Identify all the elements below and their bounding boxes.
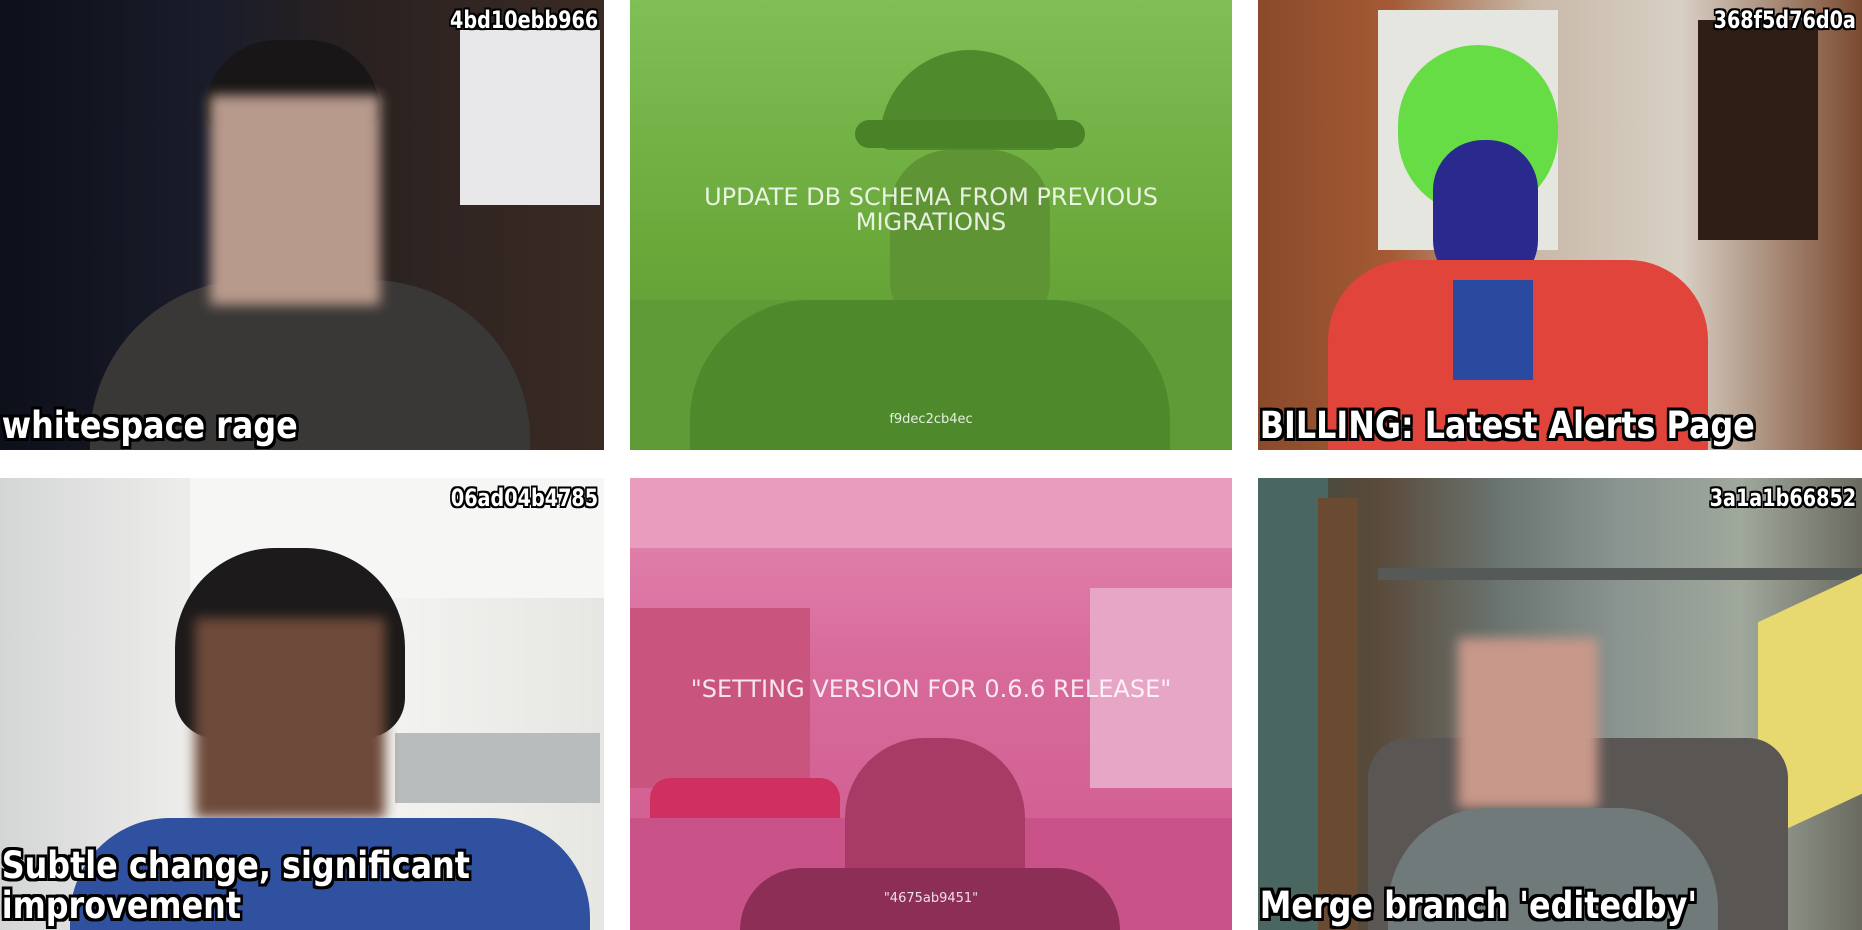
blurred-face [195, 618, 385, 818]
commit-tile[interactable]: "SETTING VERSION FOR 0.6.6 RELEASE" "467… [630, 478, 1232, 930]
commit-message: whitespace rage [1, 404, 298, 447]
blurred-face [1458, 638, 1598, 808]
commit-message-overlay: "SETTING VERSION FOR 0.6.6 RELEASE" [690, 674, 1172, 703]
commit-hash-overlay: "4675ab9451" [883, 891, 979, 906]
commit-hash: 06ad04b4785 [450, 484, 598, 512]
blurred-face [210, 95, 380, 305]
commit-hash-overlay: f9dec2cb4ec [889, 412, 973, 427]
commit-message: Subtle change, significant improvement [1, 844, 470, 927]
commit-tile[interactable]: 4bd10ebb966 whitespace rage [0, 0, 604, 450]
commit-hash: 4bd10ebb966 [449, 6, 598, 34]
commit-message: Merge branch 'editedby' [1259, 884, 1698, 927]
commit-tile[interactable]: 06ad04b4785 Subtle change, significant i… [0, 478, 604, 930]
commit-message-overlay: UPDATE DB SCHEMA FROM PREVIOUS MIGRATION… [704, 183, 1158, 236]
webcam-photo [0, 0, 604, 450]
commit-photo-grid: 4bd10ebb966 whitespace rage UPDATE DB SC… [0, 0, 1862, 930]
commit-tile[interactable]: UPDATE DB SCHEMA FROM PREVIOUS MIGRATION… [630, 0, 1232, 450]
webcam-photo [1258, 0, 1862, 450]
commit-tile[interactable]: 3a1a1b66852 Merge branch 'editedby' [1258, 478, 1862, 930]
webcam-photo [1258, 478, 1862, 930]
commit-hash: 368f5d76d0a [1713, 6, 1856, 34]
commit-tile[interactable]: 368f5d76d0a BILLING: Latest Alerts Page [1258, 0, 1862, 450]
commit-hash: 3a1a1b66852 [1709, 484, 1856, 512]
commit-message: BILLING: Latest Alerts Page [1259, 404, 1755, 447]
